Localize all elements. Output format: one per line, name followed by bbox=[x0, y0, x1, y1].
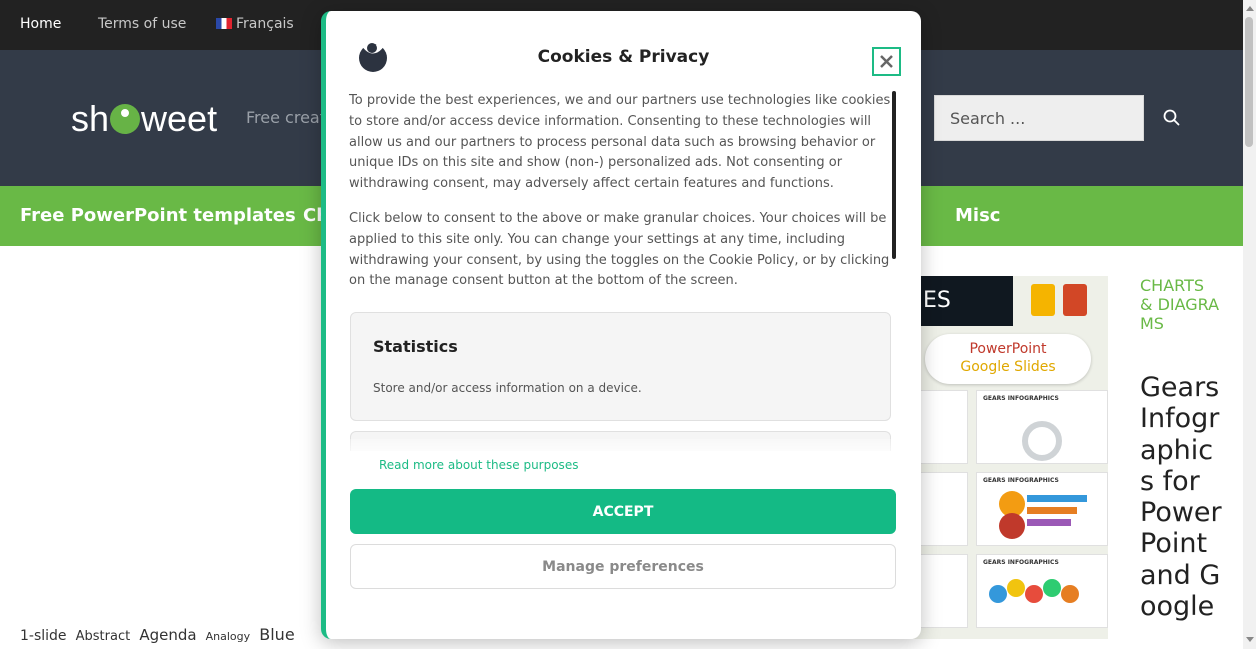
slide-preview bbox=[913, 390, 968, 464]
search-input[interactable] bbox=[934, 95, 1144, 141]
gear-icon bbox=[1043, 579, 1061, 597]
page-scrollbar-thumb[interactable] bbox=[1245, 17, 1253, 147]
bar-decoration bbox=[1027, 495, 1087, 502]
post-thumbnail[interactable]: ES PowerPoint Google Slides GEARS INFOGR… bbox=[913, 276, 1108, 639]
thumb-banner: ES bbox=[913, 276, 1013, 326]
nav-terms-link[interactable]: Terms of use bbox=[98, 16, 186, 32]
thumb-banner-text: ES bbox=[923, 288, 951, 313]
post-title[interactable]: Gears Infographics for PowerPoint and Go… bbox=[1140, 372, 1224, 622]
tag-link[interactable]: Agenda bbox=[139, 626, 196, 644]
tag-link[interactable]: Abstract bbox=[76, 629, 131, 644]
tag-cloud: 1-slide Abstract Agenda Analogy Blue bbox=[20, 625, 299, 644]
french-flag-icon bbox=[216, 18, 232, 29]
logo-text-end: weet bbox=[141, 98, 218, 139]
nav-item-templates[interactable]: Free PowerPoint templates bbox=[20, 205, 296, 226]
dialog-scrollbar[interactable] bbox=[892, 91, 896, 259]
slide-heading: GEARS INFOGRAPHICS bbox=[983, 395, 1059, 402]
nav-language-link[interactable]: Français bbox=[216, 16, 294, 32]
nav-home-link[interactable]: Home bbox=[20, 16, 61, 32]
slide-heading: GEARS INFOGRAPHICS bbox=[983, 559, 1059, 566]
logo-mark-icon bbox=[110, 104, 141, 134]
gear-icon bbox=[1025, 585, 1043, 603]
accept-button[interactable]: ACCEPT bbox=[350, 489, 896, 534]
post-category[interactable]: CHARTS & DIAGRAMS bbox=[1140, 276, 1220, 333]
consent-paragraph: Click below to consent to the above or m… bbox=[349, 211, 890, 289]
tag-link[interactable]: 1-slide bbox=[20, 628, 67, 644]
gear-icon bbox=[1022, 421, 1062, 461]
nav-item-misc[interactable]: Misc bbox=[955, 205, 1000, 226]
slide-preview: GEARS INFOGRAPHICS bbox=[976, 554, 1108, 628]
slide-heading: GEARS INFOGRAPHICS bbox=[983, 477, 1059, 484]
dialog-title: Cookies & Privacy bbox=[537, 47, 710, 67]
purpose-description: Store and/or access information on a dev… bbox=[373, 381, 642, 395]
logo-text-start: sh bbox=[71, 98, 110, 139]
powerpoint-icon bbox=[1063, 284, 1087, 316]
tag-link[interactable]: Analogy bbox=[206, 630, 251, 643]
slide-preview: GEARS INFOGRAPHICS bbox=[976, 472, 1108, 546]
close-button[interactable] bbox=[872, 47, 901, 76]
search-icon[interactable] bbox=[1162, 108, 1182, 128]
gear-icon bbox=[1061, 585, 1079, 603]
google-slides-icon bbox=[1031, 284, 1055, 316]
site-tagline: Free creat bbox=[246, 108, 326, 127]
gear-icon bbox=[1007, 579, 1025, 597]
bar-decoration bbox=[1027, 507, 1077, 514]
gear-icon bbox=[989, 585, 1007, 603]
cookie-consent-dialog: Cookies & Privacy To provide the best ex… bbox=[321, 11, 921, 639]
tag-link[interactable]: Blue bbox=[259, 625, 294, 644]
consent-paragraph: To provide the best experiences, we and … bbox=[349, 93, 891, 192]
scroll-fade bbox=[346, 439, 896, 459]
purpose-title: Statistics bbox=[373, 337, 458, 356]
read-more-link[interactable]: Read more about these purposes bbox=[379, 458, 578, 472]
manage-preferences-button[interactable]: Manage preferences bbox=[350, 544, 896, 589]
scroll-down-arrow-icon[interactable] bbox=[1246, 637, 1254, 642]
thumb-pill-line2: Google Slides bbox=[960, 359, 1056, 375]
close-icon bbox=[880, 55, 893, 68]
language-label: Français bbox=[236, 16, 294, 32]
gear-icon bbox=[999, 513, 1025, 539]
bar-decoration bbox=[1027, 519, 1071, 526]
slide-preview bbox=[913, 472, 968, 546]
site-logo[interactable]: sh weet bbox=[71, 98, 217, 140]
purpose-card-statistics[interactable]: Statistics Store and/or access informati… bbox=[350, 312, 891, 421]
slide-preview: GEARS INFOGRAPHICS bbox=[976, 390, 1108, 464]
slide-preview bbox=[913, 554, 968, 628]
thumb-pill: PowerPoint Google Slides bbox=[925, 334, 1091, 384]
scroll-up-arrow-icon[interactable] bbox=[1246, 6, 1254, 11]
thumb-pill-line1: PowerPoint bbox=[969, 341, 1047, 357]
